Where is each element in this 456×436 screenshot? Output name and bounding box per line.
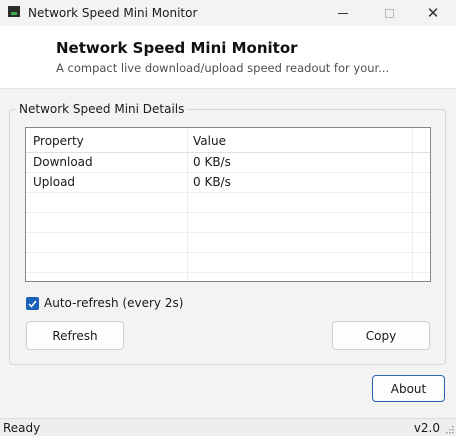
auto-refresh-checkbox[interactable] [26, 297, 39, 310]
maximize-button[interactable] [366, 0, 412, 26]
page-title: Network Speed Mini Monitor [56, 39, 298, 57]
header-banner: Network Speed Mini Monitor A compact liv… [0, 26, 456, 89]
row-divider [26, 212, 430, 213]
minimize-icon [338, 13, 348, 14]
column-header-value[interactable]: Value [193, 131, 226, 151]
checkmark-icon [28, 300, 37, 308]
refresh-button[interactable]: Refresh [26, 321, 124, 350]
table-row[interactable]: Upload 0 KB/s [26, 172, 430, 192]
maximize-icon [384, 8, 394, 18]
close-button[interactable]: ✕ [410, 0, 456, 26]
minimize-button[interactable] [320, 0, 366, 26]
row-divider [26, 192, 430, 193]
cell-value: 0 KB/s [193, 175, 231, 189]
status-text: Ready [3, 421, 41, 435]
close-icon: ✕ [426, 4, 440, 22]
window-title: Network Speed Mini Monitor [28, 6, 198, 20]
copy-button[interactable]: Copy [332, 321, 430, 350]
details-listview[interactable]: Property Value Download 0 KB/s Upload 0 … [25, 127, 431, 282]
page-subtitle: A compact live download/upload speed rea… [56, 61, 390, 75]
table-row[interactable]: Download 0 KB/s [26, 152, 430, 172]
version-label: v2.0 [413, 421, 440, 435]
status-bar: Ready v2.0 [0, 418, 456, 436]
about-button[interactable]: About [372, 375, 445, 402]
title-bar: Network Speed Mini Monitor ✕ [0, 0, 456, 26]
column-header-property[interactable]: Property [33, 131, 84, 151]
row-divider [26, 232, 430, 233]
row-divider [26, 252, 430, 253]
auto-refresh-label[interactable]: Auto-refresh (every 2s) [44, 296, 183, 310]
app-monitor-icon [8, 6, 20, 17]
resize-grip-icon[interactable] [445, 425, 454, 434]
table-header-row: Property Value [26, 131, 430, 151]
groupbox-label: Network Speed Mini Details [16, 102, 188, 116]
cell-property: Upload [33, 175, 76, 189]
row-divider [26, 272, 430, 273]
cell-property: Download [33, 155, 93, 169]
cell-value: 0 KB/s [193, 155, 231, 169]
